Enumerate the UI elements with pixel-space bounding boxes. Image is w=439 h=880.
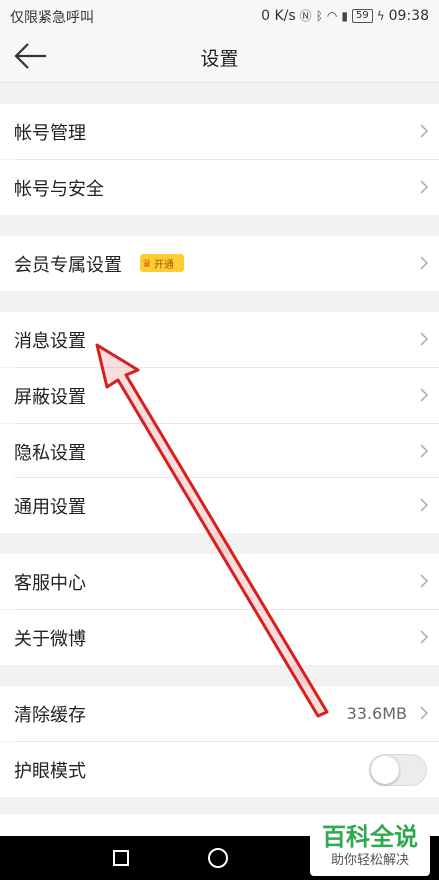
chevron-right-icon [420, 256, 429, 270]
charging-icon: ϟ [376, 8, 385, 23]
crown-icon: ♛ [142, 256, 152, 270]
row-eye-protection: 护眼模式 [0, 742, 439, 797]
watermark-logo: 百科全说 助你轻松解决 [310, 820, 430, 876]
watermark-subtitle: 助你轻松解决 [330, 853, 409, 868]
chevron-right-icon [420, 630, 429, 644]
row-account-manage[interactable]: 帐号管理 [0, 104, 439, 159]
status-bar: 仅限紧急呼叫 0 K/s Ⓝ ᛒ ◠ ▮ 59 ϟ 09:38 [0, 0, 439, 30]
nfc-icon: Ⓝ [299, 9, 312, 23]
chevron-right-icon [420, 124, 429, 138]
vip-badge-label: 开通 [153, 259, 174, 271]
row-label: 消息设置 [14, 330, 86, 352]
row-label: 会员专属设置 [14, 254, 122, 276]
bluetooth-icon: ᛒ [315, 8, 323, 23]
row-label: 帐号与安全 [14, 178, 104, 200]
wifi-icon: ◠ [326, 8, 338, 23]
row-label: 隐私设置 [14, 442, 86, 464]
row-label: 屏蔽设置 [14, 386, 86, 408]
signal-icon: ▮ [341, 8, 348, 23]
watermark-title: 百科全说 [322, 823, 418, 851]
recents-button[interactable] [113, 850, 129, 866]
row-label: 护眼模式 [14, 760, 86, 782]
battery-icon: 59 [351, 8, 373, 23]
row-about-weibo[interactable]: 关于微博 [0, 610, 439, 665]
row-privacy-settings[interactable]: 隐私设置 [0, 424, 439, 479]
clock: 09:38 [388, 7, 429, 24]
row-message-settings[interactable]: 消息设置 [0, 312, 439, 367]
row-general-settings[interactable]: 通用设置 [0, 478, 439, 533]
cache-size: 33.6MB [346, 704, 407, 723]
chevron-right-icon [420, 706, 429, 720]
vip-badge[interactable]: ♛ 开通 [140, 254, 184, 272]
chevron-right-icon [420, 498, 429, 512]
row-vip-settings[interactable]: 会员专属设置 ♛ 开通 [0, 236, 439, 291]
row-label: 通用设置 [14, 496, 86, 518]
row-label: 帐号管理 [14, 122, 86, 144]
chevron-right-icon [420, 574, 429, 588]
chevron-right-icon [420, 180, 429, 194]
row-customer-service[interactable]: 客服中心 [0, 554, 439, 609]
chevron-right-icon [420, 444, 429, 458]
row-account-security[interactable]: 帐号与安全 [0, 160, 439, 215]
network-speed: 0 K/s [261, 7, 296, 24]
home-button[interactable] [208, 848, 228, 868]
row-label: 清除缓存 [14, 704, 86, 726]
row-label: 客服中心 [14, 572, 86, 594]
status-icons: 0 K/s Ⓝ ᛒ ◠ ▮ 59 ϟ 09:38 [261, 7, 429, 24]
chevron-right-icon [420, 332, 429, 346]
nav-bar: 设置 [0, 30, 439, 83]
toggle-knob [371, 756, 399, 784]
eye-protection-toggle[interactable] [369, 754, 427, 786]
page-title: 设置 [200, 48, 239, 70]
row-label: 关于微博 [14, 628, 86, 650]
carrier-text: 仅限紧急呼叫 [10, 10, 94, 26]
row-clear-cache[interactable]: 清除缓存 33.6MB [0, 686, 439, 741]
row-block-settings[interactable]: 屏蔽设置 [0, 368, 439, 423]
chevron-right-icon [420, 388, 429, 402]
